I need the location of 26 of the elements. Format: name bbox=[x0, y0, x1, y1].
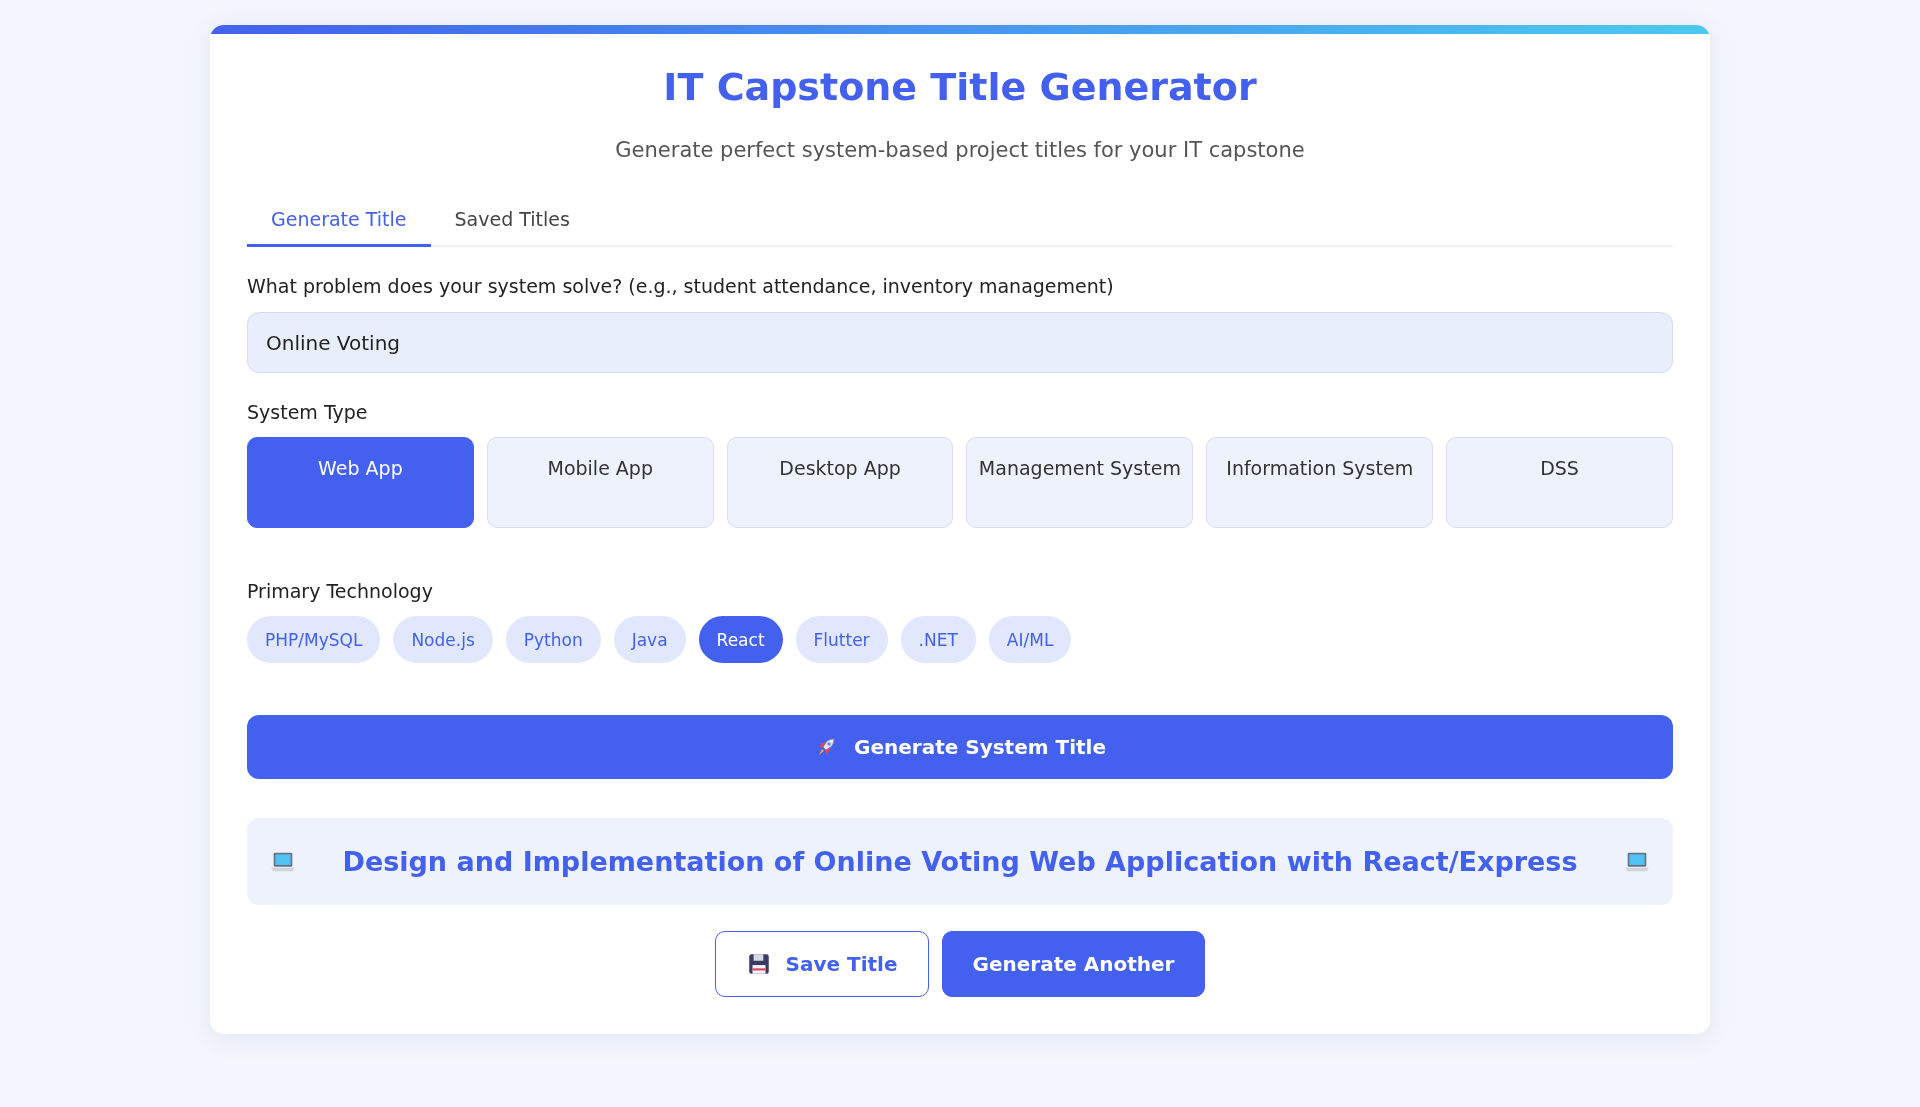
technology-chip[interactable]: .NET bbox=[900, 616, 976, 663]
problem-input-field[interactable]: Online Voting bbox=[247, 312, 1673, 373]
technology-chip[interactable]: Flutter bbox=[795, 616, 888, 663]
system-type-option[interactable]: Desktop App bbox=[726, 437, 954, 528]
section-label: Primary Technology bbox=[247, 580, 434, 602]
generate-button[interactable]: Generate System Title bbox=[247, 715, 1673, 779]
system-type-option[interactable]: Information System bbox=[1206, 437, 1434, 528]
technology-chip[interactable]: PHP/MySQL bbox=[247, 616, 381, 663]
subtitle: Generate perfect system-based project titles for your IT capstone bbox=[614, 137, 1306, 164]
save-button[interactable]: Save Title bbox=[714, 931, 929, 997]
technology-chip[interactable]: Java bbox=[613, 616, 686, 663]
tab[interactable]: Generate Title bbox=[247, 196, 431, 247]
section-label: System Type bbox=[247, 401, 369, 423]
app-title: IT Capstone Title Generator bbox=[662, 64, 1258, 111]
technology-chip[interactable]: Python bbox=[505, 616, 601, 663]
technology-chip[interactable]: Node.js bbox=[393, 616, 493, 663]
generate-another-button[interactable]: Generate Another bbox=[941, 931, 1206, 997]
technology-chip[interactable]: AI/ML bbox=[988, 616, 1072, 663]
tab[interactable]: Saved Titles bbox=[430, 196, 594, 247]
system-type-option[interactable]: Mobile App bbox=[486, 437, 714, 528]
field-label: What problem does your system solve? (e.g., student attendance, inventory management) bbox=[247, 275, 1115, 297]
generated-title: Design and Implementation of Online Voting Web Application with React/Express bbox=[342, 846, 1578, 877]
system-type-option[interactable]: DSS bbox=[1446, 437, 1673, 528]
system-type-option[interactable]: Management System bbox=[966, 437, 1194, 528]
system-type-option[interactable]: Web App bbox=[247, 437, 474, 528]
technology-chip[interactable]: React bbox=[698, 616, 783, 663]
